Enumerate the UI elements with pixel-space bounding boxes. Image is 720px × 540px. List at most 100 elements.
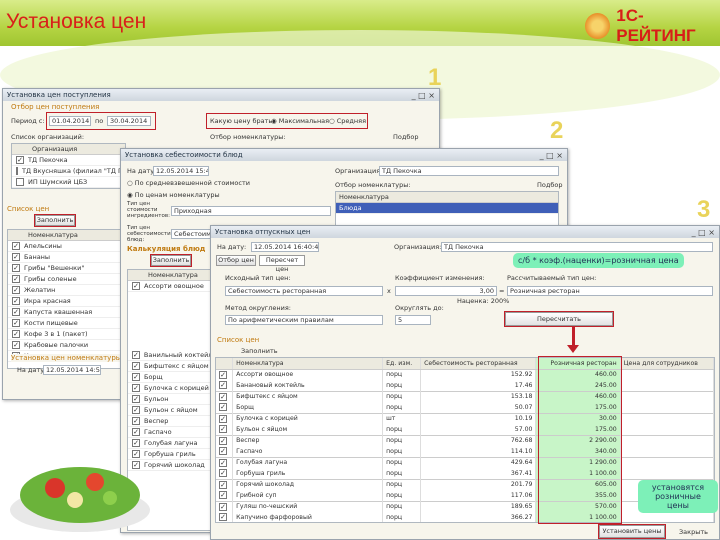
list-item[interactable]: ✓ Бананы <box>8 252 124 263</box>
check-cell[interactable]: ✓ <box>216 456 234 468</box>
filter-item[interactable]: Блюда <box>336 203 558 214</box>
date-to-input[interactable]: 30.04.2014 <box>107 116 151 126</box>
table-row[interactable]: ✓ Бульон с яйцом порц 57.00 175.00 <box>216 424 714 435</box>
list-item[interactable]: ✓ Булочка с корицей <box>128 383 210 394</box>
check-cell[interactable]: ✓ <box>216 434 234 446</box>
list-item[interactable]: ✓ ТД Пекочка <box>12 155 125 166</box>
list-item[interactable]: ✓ Грибы "Вешенки" <box>8 263 124 274</box>
org-input[interactable]: ТД Пекочка <box>379 166 559 176</box>
checkbox[interactable]: ✓ <box>132 373 140 381</box>
set-prices-button[interactable]: Установить цены <box>598 524 666 539</box>
checkbox[interactable]: ✓ <box>219 392 227 401</box>
checkbox[interactable]: ✓ <box>219 436 227 445</box>
check-cell[interactable]: ✓ <box>216 512 234 522</box>
table-row[interactable]: ✓ Булочка с корицей шт 10.19 30.00 <box>216 412 714 424</box>
check-cell[interactable]: ✓ <box>216 368 234 380</box>
radio-avg[interactable]: ○ Средняя <box>329 117 366 125</box>
checkbox[interactable]: ✓ <box>219 491 227 500</box>
ingr-input[interactable]: Приходная <box>171 206 331 216</box>
checkbox[interactable]: ✓ <box>219 370 227 379</box>
check-cell[interactable]: ✓ <box>216 424 234 435</box>
column-header[interactable]: Ед. изм. <box>382 358 422 370</box>
checkbox[interactable]: ✓ <box>219 414 227 423</box>
checkbox[interactable]: ✓ <box>219 469 227 478</box>
pick-button[interactable]: Подбор <box>537 181 562 189</box>
window-controls[interactable]: _ □ × <box>540 151 563 160</box>
fill-button[interactable]: Заполнить <box>150 254 192 267</box>
target-select[interactable]: Розничная ресторан <box>507 286 713 296</box>
checkbox[interactable]: ✓ <box>12 308 20 316</box>
list-item[interactable]: ✓ Икра красная <box>8 296 124 307</box>
recalc-button[interactable]: Пересчитать <box>504 311 614 327</box>
checkbox[interactable] <box>16 167 18 175</box>
checkbox[interactable]: ✓ <box>219 447 227 456</box>
tab-recalc[interactable]: Пересчет цен <box>259 255 305 273</box>
list-item[interactable]: ✓ Капуста квашенная <box>8 307 124 318</box>
table-row[interactable]: ✓ Капучино фарфоровый порц 366.27 1 100.00 <box>216 512 714 522</box>
table-row[interactable]: ✓ Банановый коктейль порц 17.46 245.00 <box>216 380 714 391</box>
checkbox[interactable]: ✓ <box>132 351 140 359</box>
checkbox[interactable]: ✓ <box>12 341 20 349</box>
list-item[interactable]: ✓ Крабовые палочки <box>8 340 124 351</box>
table-row[interactable]: ✓ Ассорти овощное порц 152.92 460.00 <box>216 368 714 380</box>
list-item[interactable]: ✓ Грибы соленые <box>8 274 124 285</box>
checkbox[interactable]: ✓ <box>132 362 140 370</box>
checkbox[interactable]: ✓ <box>12 319 20 327</box>
close-button[interactable]: Закрыть <box>679 528 708 536</box>
checkbox[interactable]: ✓ <box>219 513 227 522</box>
tab-price-filter[interactable]: Отбор цен <box>216 255 256 266</box>
round-to-input[interactable]: 5 <box>395 315 431 325</box>
check-cell[interactable]: ✓ <box>216 380 234 391</box>
checkbox[interactable]: ✓ <box>16 156 24 164</box>
checkbox[interactable]: ✓ <box>12 253 20 261</box>
checkbox[interactable]: ✓ <box>12 242 20 250</box>
checkbox[interactable]: ✓ <box>132 282 140 290</box>
set-date-input[interactable]: 12.05.2014 14:51:45 <box>43 365 101 375</box>
table-row[interactable]: ✓ Веспер порц 762.68 2 290.00 <box>216 434 714 446</box>
coef-input[interactable]: 3,00 <box>395 286 497 296</box>
list-item[interactable]: ✓ Борщ <box>128 372 210 383</box>
list-item[interactable]: ✓ Кофе 3 в 1 (пакет) <box>8 329 124 340</box>
checkbox[interactable]: ✓ <box>12 330 20 338</box>
check-cell[interactable]: ✓ <box>216 390 234 402</box>
check-cell[interactable]: ✓ <box>216 402 234 413</box>
list-item[interactable]: ИП Шумский ЦБЗ <box>12 177 125 188</box>
radio-max[interactable]: ◉ Максимальная <box>271 117 329 125</box>
src-select[interactable]: Себестоимость ресторанная <box>225 286 383 296</box>
fill-button[interactable]: Заполнить <box>241 347 278 355</box>
checkbox[interactable]: ✓ <box>132 384 140 392</box>
checkbox[interactable]: ✓ <box>219 502 227 511</box>
checkbox[interactable]: ✓ <box>12 264 20 272</box>
check-cell[interactable]: ✓ <box>216 468 234 479</box>
checkbox[interactable]: ✓ <box>219 403 227 412</box>
checkbox[interactable]: ✓ <box>219 458 227 467</box>
check-cell[interactable]: ✓ <box>216 446 234 457</box>
column-header[interactable]: Цена для сотрудников <box>620 358 714 370</box>
list-item[interactable]: ТД Вкусняшка (филиал "ТД Пе <box>12 166 125 177</box>
list-item[interactable]: ✓ Ванильный коктейль <box>128 350 210 361</box>
checkbox[interactable] <box>16 178 24 186</box>
check-cell[interactable]: ✓ <box>216 490 234 501</box>
round-input[interactable]: По арифметическим правилам <box>225 315 383 325</box>
checkbox[interactable]: ✓ <box>12 275 20 283</box>
cost-input[interactable]: Себестоимост <box>171 229 211 239</box>
window-controls[interactable]: _ □ × <box>412 91 435 100</box>
check-cell[interactable]: ✓ <box>216 478 234 490</box>
checkbox[interactable]: ✓ <box>12 286 20 294</box>
date-input[interactable]: 12.05.2014 16:40:41 <box>251 242 319 252</box>
checkbox[interactable]: ✓ <box>219 381 227 390</box>
pick-button[interactable]: Подбор <box>393 133 418 141</box>
table-row[interactable]: ✓ Гаспачо порц 114.10 340.00 <box>216 446 714 457</box>
table-row[interactable]: ✓ Горбуша гриль порц 367.41 1 100.00 <box>216 468 714 479</box>
check-cell[interactable]: ✓ <box>216 412 234 424</box>
table-row[interactable]: ✓ Борщ порц 50.07 175.00 <box>216 402 714 413</box>
date-from-input[interactable]: 01.04.2014 <box>49 116 91 126</box>
checkbox[interactable]: ✓ <box>219 480 227 489</box>
fill-button[interactable]: Заполнить <box>34 214 76 227</box>
date-input[interactable]: 12.05.2014 15:40:46 <box>153 166 209 176</box>
list-item[interactable]: ✓ Желатин <box>8 285 124 296</box>
list-item[interactable]: ✓ Бифштекс с яйцом <box>128 361 210 372</box>
table-row[interactable]: ✓ Голубая лагуна порц 429.64 1 290.00 <box>216 456 714 468</box>
checkbox[interactable]: ✓ <box>12 297 20 305</box>
radio-weighted[interactable]: ○ По средневзвешенной стоимости <box>127 179 250 187</box>
